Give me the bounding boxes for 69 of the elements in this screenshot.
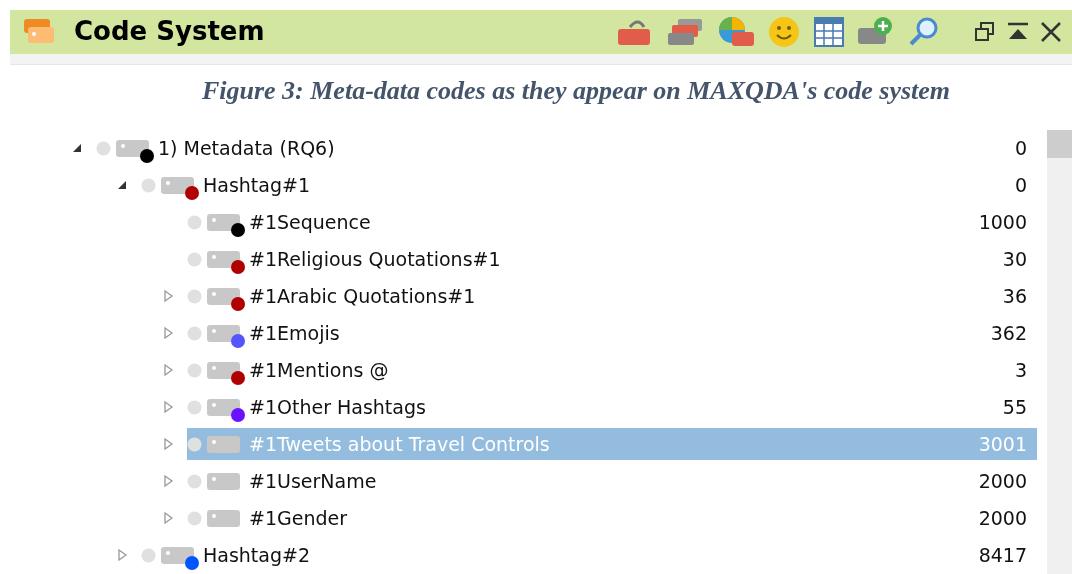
- count: 1000: [978, 210, 1027, 236]
- count: 3001: [978, 432, 1027, 458]
- code-label: #1UserName: [249, 469, 377, 495]
- circle-icon: [187, 252, 202, 267]
- count: 2000: [978, 469, 1027, 495]
- circle-icon: [187, 215, 202, 230]
- circle-icon: [141, 178, 156, 193]
- expand-triangle-icon[interactable]: [161, 400, 175, 415]
- count: 8417: [978, 543, 1027, 569]
- count: 30: [1002, 247, 1027, 273]
- circle-icon: [187, 511, 202, 526]
- tree-item[interactable]: #1Emojis 362: [187, 317, 1037, 350]
- tree-item[interactable]: #1Gender 2000: [187, 502, 1037, 535]
- circle-icon: [187, 326, 202, 341]
- stacked-tags-icon[interactable]: [668, 17, 704, 47]
- tree-item[interactable]: #1Sequence 1000: [187, 206, 1037, 239]
- expand-triangle-icon[interactable]: [161, 511, 175, 526]
- expand-triangle-icon[interactable]: [161, 437, 175, 452]
- circle-icon: [187, 437, 202, 452]
- code-label: #1Emojis: [249, 321, 340, 347]
- figure-caption: Figure 3: Meta-data codes as they appear on MAXQDA's code system: [201, 75, 951, 107]
- tree-item[interactable]: Hashtag#1 0: [141, 169, 1037, 202]
- table-icon[interactable]: [814, 17, 844, 47]
- circle-icon: [187, 400, 202, 415]
- circle-icon: [141, 548, 156, 563]
- panel-title: Code System: [74, 15, 265, 49]
- circle-icon: [96, 141, 111, 156]
- code-label: Hashtag#2: [203, 543, 311, 569]
- code-label: #1Mentions @: [249, 358, 389, 384]
- code-label: #1Other Hashtags: [249, 395, 426, 421]
- tag-icon: [207, 434, 241, 455]
- count: 0: [1014, 136, 1027, 162]
- search-icon[interactable]: [908, 16, 940, 48]
- tree-item[interactable]: Hashtag#2 8417: [141, 539, 1037, 572]
- circle-icon: [187, 474, 202, 489]
- code-tag-icon: [24, 19, 56, 45]
- expand-triangle-icon[interactable]: [115, 548, 129, 563]
- count: 55: [1002, 395, 1027, 421]
- color-wheel-tag-icon[interactable]: [718, 16, 754, 48]
- smiley-icon[interactable]: [768, 16, 800, 48]
- count: 362: [990, 321, 1027, 347]
- expand-triangle-icon[interactable]: [161, 289, 175, 304]
- code-label: #1Gender: [249, 506, 348, 532]
- code-label: #1Religious Quotations#1: [249, 247, 501, 273]
- tree-item[interactable]: #1Other Hashtags 55: [187, 391, 1037, 424]
- tree-item[interactable]: #1Arabic Quotations#1 36: [187, 280, 1037, 313]
- circle-icon: [187, 363, 202, 378]
- tree-item[interactable]: 1) Metadata (RQ6) 0: [96, 132, 1037, 165]
- tree-item[interactable]: #1Mentions @ 3: [187, 354, 1037, 387]
- scrollbar[interactable]: [1047, 130, 1072, 574]
- expand-triangle-icon[interactable]: [161, 326, 175, 341]
- expand-triangle-icon[interactable]: [161, 474, 175, 489]
- restore-icon[interactable]: [974, 21, 996, 43]
- code-label: #1Sequence: [249, 210, 371, 236]
- code-label: Hashtag#1: [203, 173, 311, 199]
- code-label: #1Tweets about Travel Controls: [249, 432, 550, 458]
- code-label: #1Arabic Quotations#1: [249, 284, 476, 310]
- count: 2000: [978, 506, 1027, 532]
- expand-triangle-icon[interactable]: [161, 363, 175, 378]
- tag-icon: [207, 471, 241, 492]
- code-label: 1) Metadata (RQ6): [158, 136, 335, 162]
- count: 36: [1002, 284, 1027, 310]
- close-icon[interactable]: [1040, 21, 1062, 43]
- count: 3: [1014, 358, 1027, 384]
- tag-icon: [207, 508, 241, 529]
- tree-item[interactable]: #1Religious Quotations#1 30: [187, 243, 1037, 276]
- count: 0: [1014, 173, 1027, 199]
- tree-item[interactable]: #1UserName 2000: [187, 465, 1037, 498]
- circle-icon: [187, 289, 202, 304]
